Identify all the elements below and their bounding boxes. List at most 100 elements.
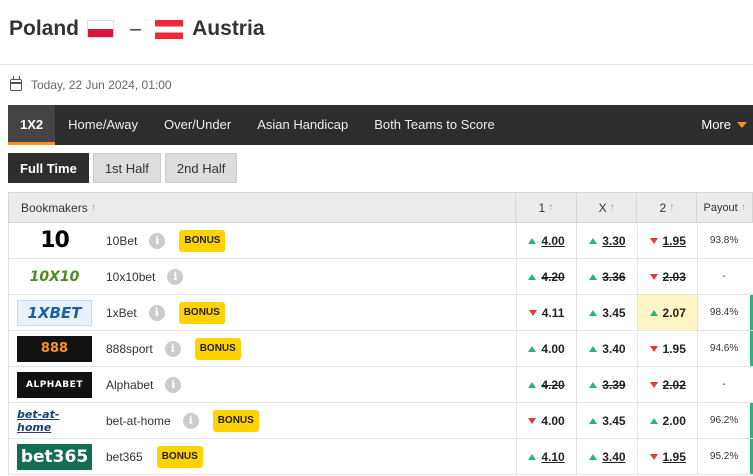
odd-1[interactable]: 4.00 [517,403,578,438]
bookmaker-name[interactable]: 888sport [106,342,153,356]
888sport-logo[interactable]: 888 [17,335,92,362]
tab-1x2[interactable]: 1X2 [8,105,56,145]
bonus-badge[interactable]: BONUS [194,337,241,360]
bonus-badge[interactable]: BONUS [212,409,259,432]
bookmaker-cell: 10 10Bet i BONUS [9,223,517,258]
arrow-up-icon [589,417,598,424]
sort-arrow-icon: ↑ [90,201,97,214]
tab-1st-half[interactable]: 1st Half [92,153,161,183]
arrow-up-icon [589,273,598,280]
info-icon[interactable]: i [164,340,181,357]
payout-label: Payout [703,201,738,214]
sort-arrow-icon: ↑ [740,202,746,213]
col-2-header[interactable]: 2 ↑ [637,193,698,222]
arrow-up-icon [528,273,537,280]
odd-x[interactable]: 3.45 [577,403,639,438]
odd-1[interactable]: 4.11 [517,295,578,330]
arrow-up-icon [589,453,598,460]
odd-1[interactable]: 4.20 [517,367,578,402]
odd-1[interactable]: 4.20 [517,259,578,294]
col-1-header[interactable]: 1 ↑ [516,193,577,222]
odd-x[interactable]: 3.40 [577,331,639,366]
1xbet-logo[interactable]: 1XBET [17,299,92,326]
bonus-badge[interactable]: BONUS [179,229,226,252]
10bet-logo[interactable]: 10 [17,227,92,254]
odd-1[interactable]: 4.00 [517,331,578,366]
bet365-logo[interactable]: bet365 [17,443,92,470]
col-2-label: 2 [659,200,667,215]
payout-cell: 93.8% [709,235,739,246]
odd-2-highlighted[interactable]: 2.07 [638,295,699,330]
odd-value: 4.00 [541,341,565,356]
arrow-up-icon [589,345,598,352]
odd-x[interactable]: 3.45 [577,295,639,330]
bookmaker-name[interactable]: 1xBet [106,306,137,320]
bookmaker-cell: bet-at-home bet-at-home i BONUS [9,403,517,438]
austria-flag-icon [155,19,184,39]
odd-x[interactable]: 3.40 [577,439,639,474]
bet-at-home-logo-text: bet-at-home [17,407,60,434]
bookmaker-name[interactable]: 10x10bet [106,270,155,284]
bet-at-home-logo[interactable]: bet-at-home [17,408,92,434]
tab-2nd-half[interactable]: 2nd Half [164,153,238,183]
home-team: Poland [9,17,80,40]
arrow-up-icon [528,237,537,244]
info-icon[interactable]: i [182,412,199,429]
tab-full-time[interactable]: Full Time [8,153,89,183]
arrow-down-icon [649,237,658,244]
odd-2[interactable]: 2.02 [638,367,699,402]
chevron-down-icon [737,122,747,128]
odd-2[interactable]: 2.03 [638,259,699,294]
more-menu-button[interactable]: More [701,105,747,145]
payout-cell: 96.2% [698,403,753,438]
bookmaker-name[interactable]: 10Bet [106,234,137,248]
odd-1[interactable]: 4.00 [517,223,578,258]
odd-x[interactable]: 3.39 [577,367,639,402]
bookmaker-cell: ALPHABET Alphabet i [9,367,517,402]
tab-asian-handicap[interactable]: Asian Handicap [244,105,361,145]
match-date-text: Today, 22 Jun 2024, 01:00 [31,78,172,92]
bookmaker-name[interactable]: bet-at-home [106,414,171,428]
team-separator: – [130,17,142,40]
arrow-up-icon [528,381,537,388]
odd-value: 2.00 [662,413,686,428]
info-icon[interactable]: i [165,376,182,393]
bookmakers-header[interactable]: Bookmakers ↑ [9,193,516,222]
bookmaker-name[interactable]: bet365 [106,450,143,464]
odd-1[interactable]: 4.10 [517,439,578,474]
odd-value: 2.02 [662,377,686,392]
info-icon[interactable]: i [167,268,184,285]
away-team: Austria [192,17,265,40]
odd-value: 3.39 [602,377,626,392]
arrow-up-icon [649,417,658,424]
poland-flag-icon [87,20,115,38]
odd-2[interactable]: 1.95 [638,223,699,258]
col-x-header[interactable]: X ↑ [577,193,638,222]
info-icon[interactable]: i [148,304,165,321]
col-1-label: 1 [538,200,546,215]
odd-2[interactable]: 1.95 [638,439,699,474]
header-divider [0,64,753,65]
tab-over-under[interactable]: Over/Under [151,105,244,145]
odd-x[interactable]: 3.30 [577,223,639,258]
match-header: Poland – Austria [9,16,265,42]
info-icon[interactable]: i [149,232,166,249]
odd-2[interactable]: 2.00 [638,403,699,438]
bonus-badge[interactable]: BONUS [156,445,203,468]
tab-both-teams-to-score[interactable]: Both Teams to Score [361,105,507,145]
odd-2[interactable]: 1.95 [638,331,699,366]
odds-table: Bookmakers ↑ 1 ↑ X ↑ 2 ↑ Payout ↑ 10 10B… [8,192,753,475]
match-date: Today, 22 Jun 2024, 01:00 [10,76,172,93]
bookmaker-name[interactable]: Alphabet [106,378,153,392]
arrow-down-icon [649,381,658,388]
payout-header[interactable]: Payout ↑ [697,193,752,222]
arrow-up-icon [589,381,598,388]
col-x-label: X [598,200,607,215]
bonus-badge[interactable]: BONUS [178,301,225,324]
arrow-up-icon [528,345,537,352]
alphabet-logo-text: ALPHABET [26,379,83,390]
alphabet-logo[interactable]: ALPHABET [17,371,92,398]
10x10bet-logo[interactable]: 10X10 [17,264,92,290]
odd-x[interactable]: 3.36 [577,259,639,294]
tab-home-away[interactable]: Home/Away [55,105,151,145]
